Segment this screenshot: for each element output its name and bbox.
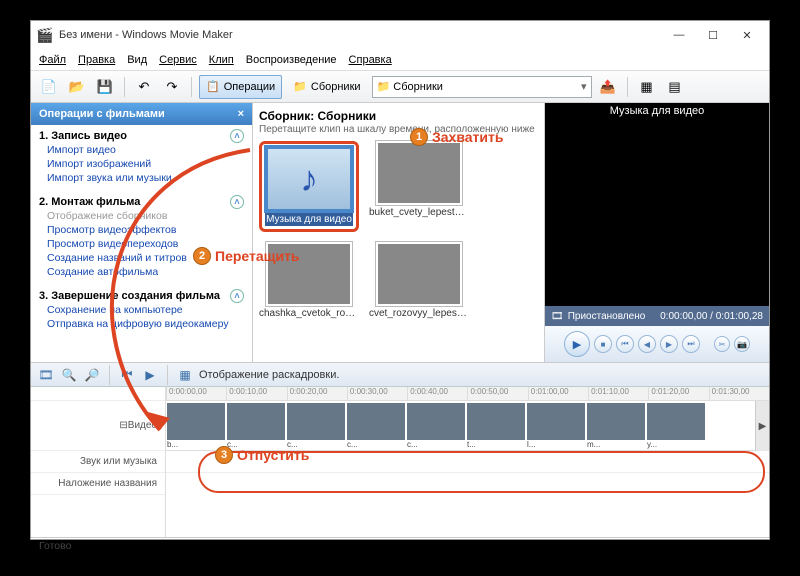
menu-view[interactable]: Вид: [127, 54, 147, 66]
maximize-button[interactable]: ☐: [697, 25, 729, 45]
minimize-button[interactable]: —: [663, 25, 695, 45]
thumb-label: cvet_rozovyy_lepestki_r...: [369, 308, 469, 319]
app-icon: 🎬: [37, 27, 53, 43]
thumb-label: buket_cvety_lepestki_be...: [369, 207, 469, 218]
tasks-header: Операции с фильмами×: [31, 103, 252, 125]
timeline-toolbar: 🎞 🔍 🔎 ⏮ ▶ ▦ Отображение раскадровки.: [31, 363, 769, 387]
task-automovie[interactable]: Создание автофильма: [39, 265, 244, 279]
thumb-music[interactable]: ♪ Музыка для видео: [259, 141, 359, 232]
timeline-ruler[interactable]: 0:00:00,000:00:10,000:00:20,000:00:30,00…: [166, 387, 769, 401]
menu-file[interactable]: Файл: [39, 54, 66, 66]
toolbar: 📄 📂 💾 ↶ ↷ 📋Операции 📁Сборники 📁 Сборники…: [31, 71, 769, 103]
music-note-icon: ♪: [268, 149, 350, 209]
task-section-finish[interactable]: 3. Завершение создания фильма˄: [39, 289, 244, 303]
task-section-edit[interactable]: 2. Монтаж фильма˄: [39, 195, 244, 209]
timeline-scroll-right[interactable]: ▶: [755, 401, 769, 451]
new-button[interactable]: 📄: [37, 75, 61, 99]
menu-play[interactable]: Воспроизведение: [246, 54, 337, 66]
play-timeline-icon[interactable]: ▶: [141, 366, 159, 384]
callout-drag: 2Перетащить: [193, 247, 300, 265]
timeline-clip[interactable]: c...: [407, 403, 465, 449]
preview-timecode: 0:00:00,00 / 0:01:00,28: [660, 311, 763, 322]
collection-combo[interactable]: 📁 Сборники▾: [372, 76, 592, 98]
chevron-up-icon: ˄: [230, 289, 244, 303]
task-send-camera[interactable]: Отправка на цифровую видеокамеру: [39, 317, 244, 331]
task-import-audio[interactable]: Импорт звука или музыки: [39, 171, 244, 185]
zoom-out-icon[interactable]: 🔎: [83, 366, 101, 384]
task-import-video[interactable]: Импорт видео: [39, 143, 244, 157]
statusbar: Готово: [31, 537, 769, 557]
menu-service[interactable]: Сервис: [159, 54, 197, 66]
stop-button[interactable]: ■: [594, 335, 612, 353]
up-button[interactable]: 📤: [596, 75, 620, 99]
track-label-overlay: Наложение названия: [31, 473, 165, 495]
timeline-clip[interactable]: b...: [167, 403, 225, 449]
timeline-clip[interactable]: y...: [647, 403, 705, 449]
timeline-clip[interactable]: c...: [227, 403, 285, 449]
close-button[interactable]: ✕: [731, 25, 763, 45]
timeline-clip[interactable]: m...: [587, 403, 645, 449]
preview-title: Музыка для видео: [545, 105, 769, 117]
task-import-images[interactable]: Импорт изображений: [39, 157, 244, 171]
redo-button[interactable]: ↷: [160, 75, 184, 99]
timeline-clip[interactable]: l...: [527, 403, 585, 449]
timeline-clip[interactable]: t...: [467, 403, 525, 449]
preview-controls: ▶ ■ ⏮ ◀ ▶ ⏭ ✂ 📷: [545, 326, 769, 362]
titlebar: 🎬 Без имени - Windows Movie Maker — ☐ ✕: [31, 21, 769, 49]
thumb-item[interactable]: cvet_rozovyy_lepestki_r...: [369, 242, 469, 319]
undo-button[interactable]: ↶: [132, 75, 156, 99]
step-back-button[interactable]: ◀: [638, 335, 656, 353]
open-button[interactable]: 📂: [65, 75, 89, 99]
menubar: Файл Правка Вид Сервис Клип Воспроизведе…: [31, 49, 769, 71]
snapshot-button[interactable]: 📷: [734, 336, 750, 352]
menu-edit[interactable]: Правка: [78, 54, 115, 66]
view-thumbs-button[interactable]: ▦: [635, 75, 659, 99]
play-button[interactable]: ▶: [564, 331, 590, 357]
timeline-view-icon[interactable]: 🎞: [37, 366, 55, 384]
collections-button[interactable]: 📁Сборники: [286, 75, 367, 99]
menu-clip[interactable]: Клип: [209, 54, 234, 66]
track-label-audio: Звук или музыка: [31, 451, 165, 473]
task-section-capture[interactable]: 1. Запись видео˄: [39, 129, 244, 143]
thumb-label: Музыка для видео: [265, 213, 353, 226]
timeline-mode-label: Отображение раскадровки.: [199, 369, 339, 381]
zoom-in-icon[interactable]: 🔍: [60, 366, 78, 384]
step-fwd-button[interactable]: ▶: [660, 335, 678, 353]
window-title: Без имени - Windows Movie Maker: [59, 29, 233, 41]
view-details-button[interactable]: ▤: [663, 75, 687, 99]
film-icon: 🎞: [551, 311, 564, 322]
video-track[interactable]: b... c... c... c... c... t... l... m... …: [166, 401, 769, 451]
collection-title: Сборник: Сборники: [259, 109, 538, 123]
tasks-close-icon[interactable]: ×: [238, 108, 244, 120]
timeline-clip[interactable]: c...: [347, 403, 405, 449]
preview-statusbar: 🎞 Приостановлено 0:00:00,00 / 0:01:00,28: [545, 306, 769, 326]
chevron-up-icon: ˄: [230, 195, 244, 209]
callout-drop: 3Отпустить: [215, 446, 309, 464]
thumb-label: chashka_cvetok_roza_8...: [259, 308, 359, 319]
preview-status-text: Приостановлено: [568, 311, 646, 322]
storyboard-icon[interactable]: ▦: [176, 366, 194, 384]
tasks-panel: Операции с фильмами× 1. Запись видео˄ Им…: [31, 103, 253, 362]
next-button[interactable]: ⏭: [682, 335, 700, 353]
timeline: ⊟ Видео Звук или музыка Наложение назван…: [31, 387, 769, 537]
track-label-video: ⊟ Видео: [31, 401, 165, 451]
split-button[interactable]: ✂: [714, 336, 730, 352]
chevron-up-icon: ˄: [230, 129, 244, 143]
task-show-collections[interactable]: Отображение сборников: [39, 209, 244, 223]
rewind-icon[interactable]: ⏮: [118, 366, 136, 384]
timeline-clip[interactable]: c...: [287, 403, 345, 449]
menu-help[interactable]: Справка: [349, 54, 392, 66]
prev-button[interactable]: ⏮: [616, 335, 634, 353]
operations-button[interactable]: 📋Операции: [199, 75, 282, 99]
thumb-item[interactable]: buket_cvety_lepestki_be...: [369, 141, 469, 232]
app-window: 🎬 Без имени - Windows Movie Maker — ☐ ✕ …: [30, 20, 770, 540]
task-view-fx[interactable]: Просмотр видеоэффектов: [39, 223, 244, 237]
preview-video: Музыка для видео: [545, 103, 769, 306]
task-save-computer[interactable]: Сохранение на компьютере: [39, 303, 244, 317]
save-button[interactable]: 💾: [93, 75, 117, 99]
callout-grab: 1Захватить: [410, 128, 503, 146]
preview-pane: Музыка для видео 🎞 Приостановлено 0:00:0…: [544, 103, 769, 362]
